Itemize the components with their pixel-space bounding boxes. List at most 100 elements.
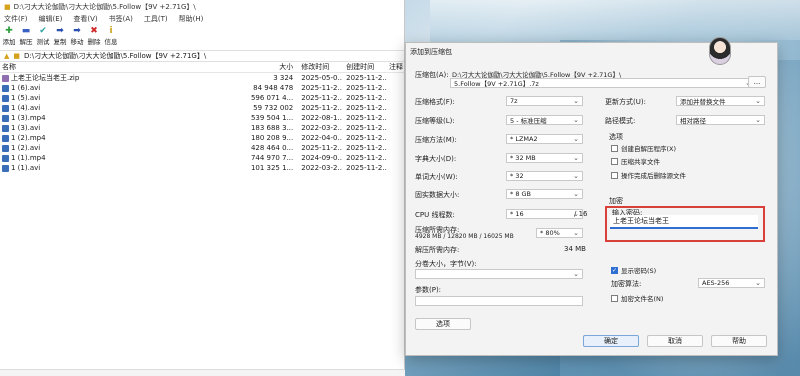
chevron-down-icon: ⌄	[755, 97, 761, 105]
level-label: 压缩等级(L):	[415, 117, 455, 125]
file-size: 539 504 1...	[250, 114, 294, 122]
menu-item[interactable]: 文件(F)	[4, 14, 28, 24]
file-name: 1 (6).avi	[11, 84, 41, 92]
options-button[interactable]: 选项	[415, 318, 471, 330]
address-bar[interactable]: ▲ ■ D:\刁大大论伽勖\刁大大论伽勖\5.Follow【9V +2.71G】…	[0, 50, 404, 62]
column-modified[interactable]: 修改时间	[297, 62, 342, 72]
column-comment[interactable]: 注释	[387, 62, 404, 72]
file-name: 1 (1).avi	[11, 164, 41, 172]
menu-item[interactable]: 工具(T)	[144, 14, 168, 24]
solid-value: * 8 GB	[510, 190, 532, 198]
browse-button[interactable]: ...	[748, 76, 766, 88]
shared-checkbox[interactable]: 压缩共享文件	[611, 156, 660, 166]
toolbar-button[interactable]: i 信息	[104, 26, 118, 50]
word-label: 单词大小(W):	[415, 173, 458, 181]
menu-item[interactable]: 帮助(H)	[179, 14, 204, 24]
word-select[interactable]: * 32 ⌄	[506, 171, 583, 181]
file-name-cell: 1 (4).avi	[0, 104, 234, 112]
column-size[interactable]: 大小	[234, 62, 297, 72]
test-icon: ✔	[39, 26, 47, 36]
table-row[interactable]: 1 (3).mp4 539 504 1... 2022-08-1... 2025-11…	[0, 113, 404, 123]
file-size: 596 071 4...	[250, 94, 294, 102]
table-row[interactable]: 1 (2).mp4 180 208 9... 2022-04-0... 2025-11…	[0, 133, 404, 143]
add-to-archive-dialog: 添加到压缩包 压缩包(A): D:\刁大大论伽勖\刁大大论伽勖\5.Follow…	[405, 37, 778, 356]
folder-icon: ■	[13, 52, 21, 60]
table-row[interactable]: 1 (2).avi 428 464 0... 2025-11-2... 2025-11…	[0, 143, 404, 153]
dict-select[interactable]: * 32 MB ⌄	[506, 153, 583, 163]
update-select[interactable]: 添加并替换文件 ⌄	[676, 96, 765, 106]
shared-label: 压缩共享文件	[621, 158, 660, 166]
file-modified: 2025-11-2...	[301, 94, 343, 102]
file-list: 上老王论坛当老王.zip 3 324 2025-05-0... 2025-11-2..…	[0, 73, 404, 173]
table-row[interactable]: 1 (3).avi 183 688 3... 2022-03-2... 2025-11…	[0, 123, 404, 133]
chevron-down-icon: ⌄	[573, 154, 579, 162]
table-row[interactable]: 1 (6).avi 84 948 478 2025-11-2... 2025-11-2…	[0, 83, 404, 93]
table-row[interactable]: 1 (1).avi 101 325 1... 2022-03-2... 2025-11…	[0, 163, 404, 173]
toolbar-button[interactable]: ▬ 解压	[19, 26, 33, 50]
pathmode-select[interactable]: 相对路径 ⌄	[676, 115, 765, 125]
file-manager-title: ■ D:\刁大大论伽勖\刁大大论伽勖\5.Follow【9V +2.71G】\	[0, 0, 404, 14]
avatar	[709, 37, 731, 65]
toolbar-button[interactable]: ✔ 测试	[36, 26, 50, 50]
toolbar-label: 移动	[70, 38, 84, 46]
enc-method-value: AES-256	[702, 279, 730, 287]
threads-select[interactable]: * 16 ⌄	[506, 209, 583, 219]
toolbar-button[interactable]: ➡ 移动	[70, 26, 84, 50]
table-row[interactable]: 1 (4).avi 59 732 002 2025-11-2... 2025-11-2…	[0, 103, 404, 113]
menu-item[interactable]: 书签(A)	[109, 14, 133, 24]
threads-total: / 16	[574, 210, 588, 218]
toolbar-button[interactable]: ✖ 删除	[87, 26, 101, 50]
file-name-cell: 1 (1).avi	[0, 164, 234, 172]
update-value: 添加并替换文件	[680, 98, 726, 106]
file-name: 1 (4).avi	[11, 104, 41, 112]
file-manager-window: ■ D:\刁大大论伽勖\刁大大论伽勖\5.Follow【9V +2.71G】\ …	[0, 0, 405, 376]
params-input[interactable]	[415, 296, 583, 306]
solid-select[interactable]: * 8 GB ⌄	[506, 189, 583, 199]
help-button[interactable]: 帮助	[711, 335, 767, 347]
file-modified: 2025-05-0...	[301, 74, 343, 82]
toolbar-label: 测试	[36, 38, 50, 46]
toolbar-button[interactable]: ➡ 复制	[53, 26, 67, 50]
encrypt-group-title: 加密	[609, 197, 623, 205]
cancel-button[interactable]: 取消	[647, 335, 703, 347]
ok-button[interactable]: 确定	[583, 335, 639, 347]
archive-name-field[interactable]: 5.Follow【9V +2.71G】.7z ⌄	[450, 78, 755, 88]
table-row[interactable]: 上老王论坛当老王.zip 3 324 2025-05-0... 2025-11-2..…	[0, 73, 404, 83]
sfx-checkbox[interactable]: 创建自解压程序(X)	[611, 143, 676, 153]
menu-item[interactable]: 编辑(E)	[39, 14, 63, 24]
enc-method-select[interactable]: AES-256 ⌄	[698, 278, 765, 288]
file-created: 2025-11-2...	[346, 134, 388, 142]
mem-select[interactable]: * 80% ⌄	[536, 228, 583, 238]
archive-label: 压缩包(A):	[415, 71, 449, 79]
options-group-title: 选项	[609, 133, 623, 141]
video-file-icon	[2, 94, 9, 102]
toolbar-label: 复制	[53, 38, 67, 46]
column-created[interactable]: 创建时间	[342, 62, 387, 72]
format-label: 压缩格式(F):	[415, 98, 455, 106]
method-select[interactable]: * LZMA2 ⌄	[506, 134, 583, 144]
level-select[interactable]: 5 - 标准压缩 ⌄	[506, 115, 583, 125]
file-created: 2025-11-2...	[346, 74, 388, 82]
copy-icon: ➡	[56, 26, 64, 36]
file-created: 2025-11-2...	[346, 144, 388, 152]
split-select[interactable]: ⌄	[415, 269, 583, 279]
table-row[interactable]: 1 (5).avi 596 071 4... 2025-11-2... 2025-11…	[0, 93, 404, 103]
file-name-cell: 1 (1).mp4	[0, 154, 234, 162]
show-password-checkbox[interactable]: ✓ 显示密码(S)	[611, 265, 656, 275]
table-row[interactable]: 1 (1).mp4 744 970 7... 2024-09-0... 2025-11…	[0, 153, 404, 163]
toolbar-button[interactable]: ✚ 添加	[2, 26, 16, 50]
format-value: 7z	[510, 97, 518, 105]
format-select[interactable]: 7z ⌄	[506, 96, 583, 106]
column-name[interactable]: 名称	[0, 62, 234, 72]
password-input[interactable]: 上老王论坛当老王	[610, 215, 758, 229]
menu-item[interactable]: 查看(V)	[73, 14, 97, 24]
move-icon: ➡	[73, 26, 81, 36]
file-size: 744 970 7...	[250, 154, 294, 162]
encrypt-names-checkbox[interactable]: 加密文件名(N)	[611, 293, 663, 303]
archive-icon	[2, 74, 9, 82]
file-name-cell: 1 (2).mp4	[0, 134, 234, 142]
delete-source-checkbox[interactable]: 操作完成后删除源文件	[611, 170, 686, 180]
file-modified: 2024-09-0...	[301, 154, 343, 162]
folder-up-icon[interactable]: ▲	[4, 52, 9, 60]
file-size: 101 325 1...	[250, 164, 294, 172]
